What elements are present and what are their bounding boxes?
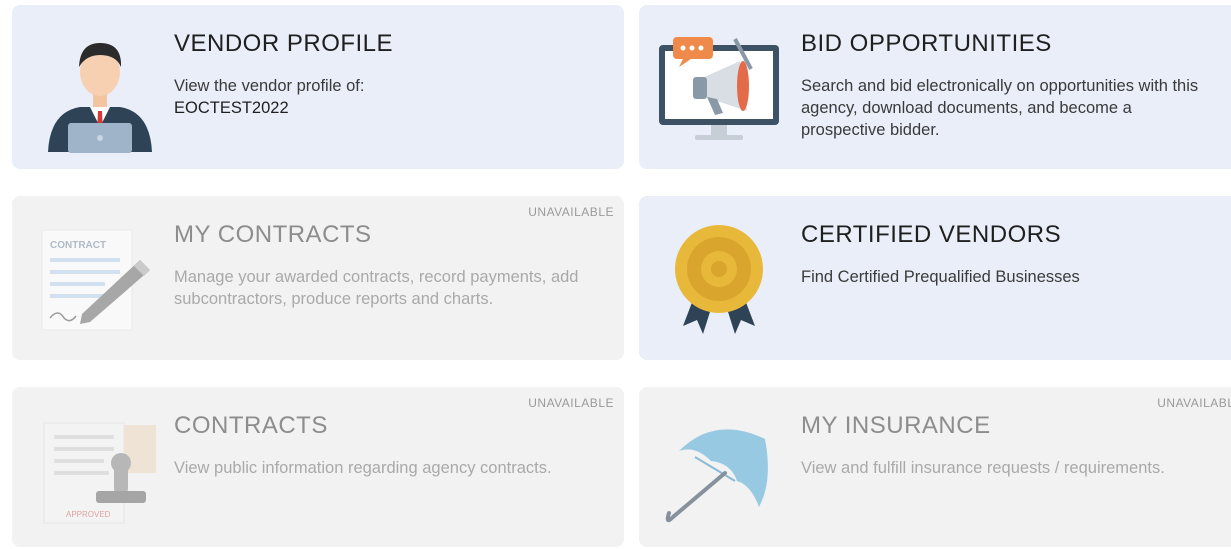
contract-label: CONTRACT — [50, 240, 106, 251]
approved-stamp-icon: APPROVED — [40, 413, 160, 533]
card-description: View and fulfill insurance requests / re… — [801, 459, 1165, 477]
approved-label: APPROVED — [66, 510, 111, 519]
bid-opportunities-card[interactable]: BID OPPORTUNITIES Search and bid electro… — [639, 5, 1231, 169]
unavailable-badge: UNAVAILABLE — [1157, 396, 1231, 410]
vendor-profile-card[interactable]: VENDOR PROFILE View the vendor profile o… — [12, 5, 624, 169]
vendor-id: EOCTEST2022 — [174, 99, 289, 117]
certified-vendors-card[interactable]: CERTIFIED VENDORS Find Certified Prequal… — [639, 196, 1231, 360]
my-insurance-card: UNAVAILABLE MY INSURANCE View and fulfil… — [639, 387, 1231, 547]
my-contracts-card: UNAVAILABLE CONTRACT MY CONTRACTS Manage… — [12, 196, 624, 360]
card-title: VENDOR PROFILE — [174, 30, 394, 57]
card-description: Search and bid electronically on opportu… — [801, 77, 1199, 139]
contracts-card: UNAVAILABLE APPROVED CONTRACTS View publ… — [12, 387, 624, 547]
card-title: CONTRACTS — [174, 412, 328, 439]
card-title: MY INSURANCE — [801, 412, 991, 439]
unavailable-badge: UNAVAILABLE — [528, 205, 614, 219]
card-description: View public information regarding agency… — [174, 459, 552, 477]
card-title: CERTIFIED VENDORS — [801, 221, 1062, 248]
card-description: View the vendor profile of: — [174, 77, 365, 95]
card-title: MY CONTRACTS — [174, 221, 372, 248]
umbrella-icon — [655, 421, 785, 541]
contract-pen-icon: CONTRACT — [40, 226, 160, 346]
card-description: Find Certified Prequalified Businesses — [801, 268, 1080, 286]
certificate-badge-icon — [669, 224, 789, 344]
businessman-laptop-icon — [40, 27, 160, 153]
card-description: Manage your awarded contracts, record pa… — [174, 268, 579, 308]
card-title: BID OPPORTUNITIES — [801, 30, 1052, 57]
monitor-megaphone-icon — [655, 31, 785, 151]
unavailable-badge: UNAVAILABLE — [528, 396, 614, 410]
